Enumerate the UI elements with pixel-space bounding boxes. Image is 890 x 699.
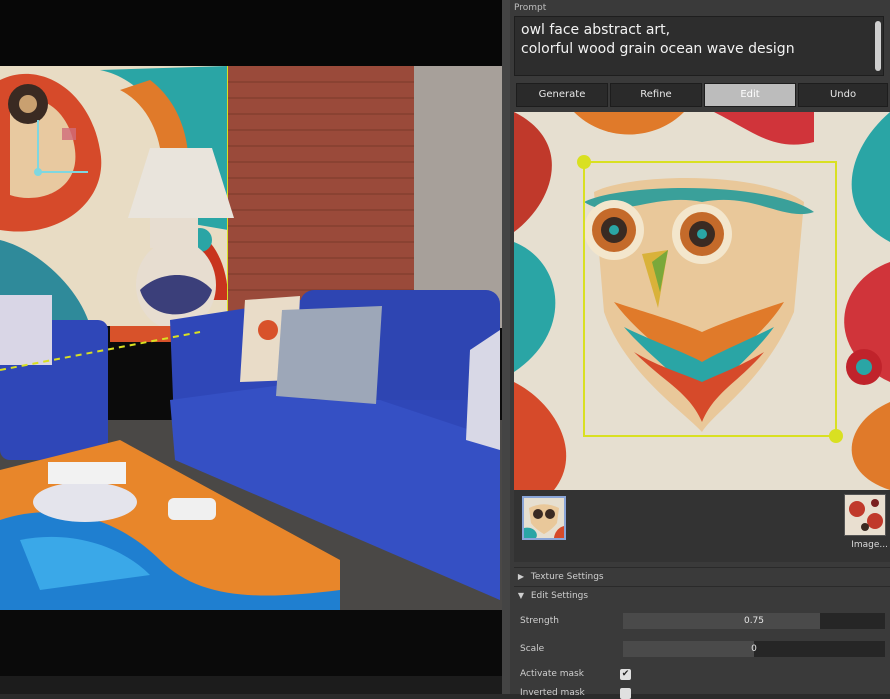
scene-viewport[interactable] bbox=[0, 0, 502, 694]
strength-label: Strength bbox=[520, 616, 559, 626]
viewport-status-bar bbox=[0, 676, 502, 694]
scale-slider[interactable]: 0 bbox=[623, 641, 885, 657]
texture-settings-label: Texture Settings bbox=[530, 572, 604, 582]
reference-image bbox=[845, 495, 885, 535]
activate-mask-checkbox[interactable]: ✔ bbox=[620, 669, 631, 680]
prompt-label: Prompt bbox=[514, 3, 547, 13]
inverted-mask-label: Inverted mask bbox=[520, 688, 585, 698]
scale-value: 0 bbox=[751, 644, 757, 654]
texture-panel: Prompt owl face abstract art, colorful w… bbox=[510, 0, 890, 699]
current-texture-thumbnail[interactable] bbox=[522, 496, 566, 540]
edit-button[interactable]: Edit bbox=[704, 83, 796, 107]
owl-texture-image bbox=[514, 112, 890, 490]
image-label[interactable]: Image... bbox=[851, 540, 888, 550]
refine-button[interactable]: Refine bbox=[610, 83, 702, 107]
thumbnail-strip: Image... bbox=[514, 490, 890, 562]
panel-splitter[interactable] bbox=[502, 0, 510, 694]
prompt-input[interactable]: owl face abstract art, colorful wood gra… bbox=[514, 16, 884, 76]
owl-thumbnail-image bbox=[524, 498, 564, 538]
strength-slider[interactable]: 0.75 bbox=[623, 613, 885, 629]
undo-button[interactable]: Undo bbox=[798, 83, 888, 107]
prompt-text: owl face abstract art, colorful wood gra… bbox=[521, 22, 795, 57]
scale-label: Scale bbox=[520, 644, 545, 654]
generate-button[interactable]: Generate bbox=[516, 83, 608, 107]
collapse-arrow-icon: ▼ bbox=[517, 591, 525, 600]
strength-value: 0.75 bbox=[743, 616, 765, 626]
prompt-scrollbar[interactable] bbox=[875, 21, 881, 71]
reference-image-thumbnail[interactable] bbox=[844, 494, 886, 536]
edit-settings-header[interactable]: ▼ Edit Settings bbox=[514, 586, 890, 605]
activate-mask-label: Activate mask bbox=[520, 669, 584, 679]
edit-settings-label: Edit Settings bbox=[530, 591, 589, 601]
living-room-render bbox=[0, 0, 502, 676]
texture-settings-header[interactable]: ▶ Texture Settings bbox=[514, 567, 890, 586]
expand-arrow-icon: ▶ bbox=[517, 572, 525, 581]
texture-preview[interactable] bbox=[514, 112, 890, 490]
